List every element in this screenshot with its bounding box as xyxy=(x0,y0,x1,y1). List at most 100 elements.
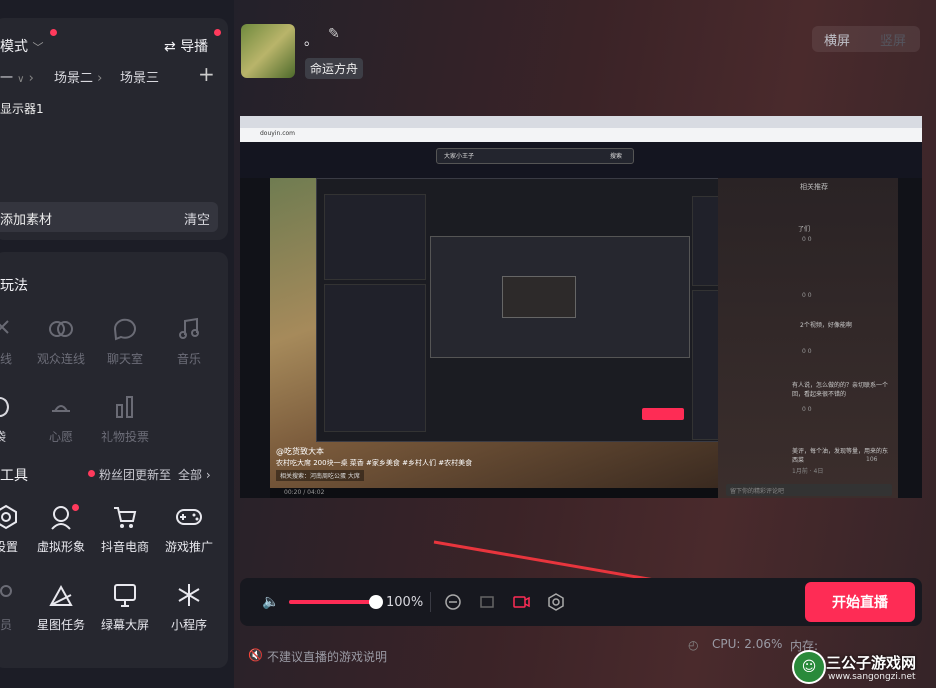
video-caption: 农村吃大席 200块一桌 菜香 #家乡美食 #乡村人们 #农村美食 xyxy=(276,459,473,467)
start-live-button[interactable]: 开始直播 xyxy=(805,582,915,622)
monitor-icon xyxy=(97,578,153,612)
watermark-logo: ☺ xyxy=(792,650,826,684)
nested-start-button xyxy=(642,408,684,420)
play-section-title: 玩法 xyxy=(0,278,28,294)
switch-icon: ⇄ xyxy=(164,39,176,55)
play-item-label: 礼物投票 xyxy=(100,430,149,444)
tool-avatar[interactable]: 虚拟形象 xyxy=(33,500,89,555)
notification-dot xyxy=(72,504,79,511)
nested-deep-preview xyxy=(502,276,576,318)
scene-tab-3[interactable]: 场景三 xyxy=(120,67,159,86)
related-search[interactable]: 相关搜索：河南周吃公蛋 大席 xyxy=(276,470,364,481)
game-tag[interactable]: 命运方舟 xyxy=(305,58,364,79)
tool-settings[interactable]: 设置 xyxy=(0,500,34,555)
comment-item: 有人说，怎么做的的？亲切联系一个回，看起来很不错的 xyxy=(792,382,889,398)
douyin-search-button[interactable]: 搜索 xyxy=(610,151,622,160)
audience-link-icon xyxy=(33,312,89,346)
comment-likes: 0 0 xyxy=(802,406,812,413)
comment-count: 106 xyxy=(866,456,878,463)
source-item[interactable]: 显示器1 xyxy=(0,100,44,117)
video-controls xyxy=(270,488,718,498)
cart-icon xyxy=(97,500,153,534)
play-item-label: 聊天室 xyxy=(106,352,143,366)
comment-item: 了们 xyxy=(798,226,811,233)
edit-icon[interactable]: ✎ xyxy=(328,26,340,42)
video-author: @吃货致大本 xyxy=(276,447,324,456)
live-preview: douyin.com 大家小王子 搜索 @吃货致大本 农村吃大席 200块一桌 … xyxy=(240,116,922,498)
settings-gear-icon[interactable] xyxy=(547,593,565,611)
volume-percent: 100% xyxy=(386,595,424,610)
comment-likes: 0 0 xyxy=(802,348,812,355)
camera-switch-icon[interactable] xyxy=(444,593,462,611)
cpu-usage: CPU: 2.06% xyxy=(712,637,783,651)
bag-icon xyxy=(0,390,28,424)
watermark-site: 三公子游戏网 xyxy=(826,654,917,672)
speaker-icon[interactable]: 🔈 xyxy=(262,594,279,610)
music-icon xyxy=(161,312,217,346)
mode-selector[interactable]: 模式 ﹀ xyxy=(0,36,43,56)
record-icon[interactable] xyxy=(512,593,530,611)
tool-label: 虚拟形象 xyxy=(36,540,85,554)
tools-section-title: 工具 xyxy=(0,468,28,484)
play-item-label: 音乐 xyxy=(176,352,201,366)
nested-tools-panel xyxy=(324,284,426,432)
browser-url: douyin.com xyxy=(260,130,296,137)
comment-likes: 0 0 xyxy=(802,292,812,299)
tool-member[interactable]: 员 xyxy=(0,578,34,633)
game-warning-link[interactable]: 不建议直播的游戏说明 xyxy=(267,648,387,665)
tool-star-task[interactable]: 星图任务 xyxy=(33,578,89,633)
clear-button[interactable]: 清空 xyxy=(184,209,210,228)
notification-dot xyxy=(88,470,95,477)
add-scene-icon[interactable]: + xyxy=(198,62,215,86)
play-item-audience-link[interactable]: 观众连线 xyxy=(33,312,89,367)
play-item-label: 袋 xyxy=(0,428,28,445)
tool-label: 员 xyxy=(0,618,12,632)
douyin-search-value: 大家小王子 xyxy=(444,153,475,160)
comment-likes: 0 0 xyxy=(802,236,812,243)
volume-slider-thumb[interactable] xyxy=(369,595,383,609)
director-label: 导播 xyxy=(180,39,209,55)
tool-label: 绿幕大屏 xyxy=(100,618,149,632)
director-button[interactable]: ⇄ 导播 xyxy=(164,36,208,56)
scene-tab-label: 场景二 xyxy=(54,71,94,86)
mute-icon: 🔇 xyxy=(248,648,263,662)
all-tools-link[interactable]: 全部 › xyxy=(178,466,211,483)
gift-vote-icon xyxy=(97,390,153,424)
tool-green-screen[interactable]: 绿幕大屏 xyxy=(97,578,153,633)
stream-title[interactable]: 。 xyxy=(304,30,318,50)
link-icon xyxy=(0,312,28,346)
tool-ecommerce[interactable]: 抖音电商 xyxy=(97,500,153,555)
nested-scene-panel xyxy=(324,194,426,280)
landscape-tab[interactable]: 横屏 xyxy=(824,30,850,49)
divider xyxy=(430,592,431,612)
tool-label: 游戏推广 xyxy=(164,540,213,554)
add-material-button[interactable]: 添加素材 xyxy=(0,209,52,228)
play-item-chatroom[interactable]: 聊天室 xyxy=(97,312,153,367)
play-item-gift-vote[interactable]: 礼物投票 xyxy=(97,390,153,445)
tool-label: 星图任务 xyxy=(36,618,85,632)
mic-icon[interactable] xyxy=(478,593,496,611)
fan-update-text: 粉丝团更新至 xyxy=(99,468,172,482)
play-item-label: 观众连线 xyxy=(36,352,85,366)
mini-program-icon xyxy=(161,578,217,612)
chatroom-icon xyxy=(97,312,153,346)
gauge-icon: ◴ xyxy=(688,638,699,652)
tool-label: 抖音电商 xyxy=(100,540,149,554)
play-item-bag[interactable]: 袋 xyxy=(0,390,28,445)
portrait-tab[interactable]: 竖屏 xyxy=(880,30,906,49)
scene-tab-1[interactable]: 一 ∨ › xyxy=(0,67,34,86)
tool-mini-program[interactable]: 小程序 xyxy=(161,578,217,633)
play-item-music[interactable]: 音乐 xyxy=(161,312,217,367)
comment-date: 1月前 · 4日 xyxy=(792,468,824,475)
scene-tab-2[interactable]: 场景二 › xyxy=(54,67,102,86)
play-item-link[interactable]: 连线 xyxy=(0,312,28,367)
comments-title: 相关推荐 xyxy=(800,183,828,191)
settings-icon xyxy=(0,500,34,534)
tool-game-promo[interactable]: 游戏推广 xyxy=(161,500,217,555)
gamepad-icon xyxy=(161,500,217,534)
comment-placeholder: 留下你的精彩评论吧 xyxy=(730,488,785,495)
browser-tab-bar xyxy=(240,116,922,128)
notification-dot xyxy=(50,29,57,36)
member-icon xyxy=(0,578,34,612)
play-item-wish[interactable]: 心愿 xyxy=(33,390,89,445)
